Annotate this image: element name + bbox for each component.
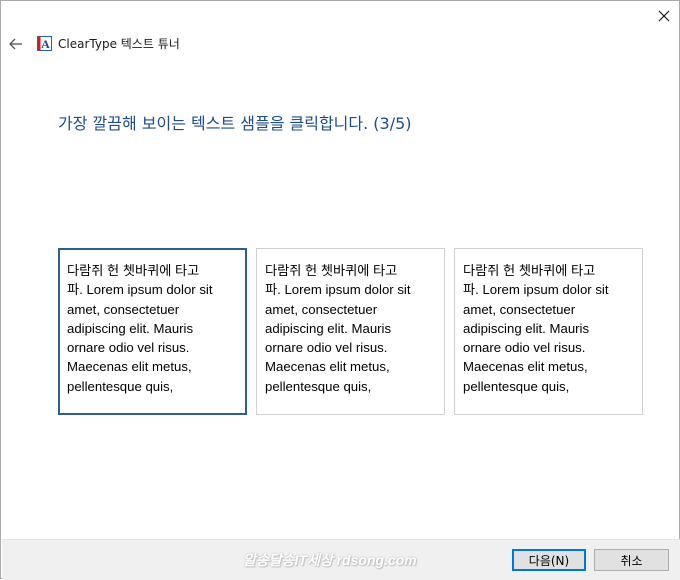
close-icon [658,10,670,22]
svg-text:A: A [41,37,50,51]
app-title: ClearType 텍스트 튜너 [58,37,180,51]
text-sample-3[interactable]: 다람쥐 헌 쳇바퀴에 타고 파. Lorem ipsum dolor sit a… [454,248,643,415]
text-sample-1[interactable]: 다람쥐 헌 쳇바퀴에 타고 파. Lorem ipsum dolor sit a… [58,248,247,415]
cleartype-app-icon: A [37,36,52,51]
next-button[interactable]: 다음(N) [512,549,586,571]
close-button[interactable] [647,1,680,31]
back-arrow-icon [9,38,22,50]
sample-text: 다람쥐 헌 쳇바퀴에 타고 파. Lorem ipsum dolor sit a… [463,263,609,394]
sample-text: 다람쥐 헌 쳇바퀴에 타고 파. Lorem ipsum dolor sit a… [265,263,411,394]
text-sample-2[interactable]: 다람쥐 헌 쳇바퀴에 타고 파. Lorem ipsum dolor sit a… [256,248,445,415]
cleartype-tuner-window: A ClearType 텍스트 튜너 가장 깔끔해 보이는 텍스트 샘플을 클릭… [0,0,680,580]
sample-text: 다람쥐 헌 쳇바퀴에 타고 파. Lorem ipsum dolor sit a… [67,263,213,394]
footer-bar: 알송달송IT세상 rdsong.com 다음(N) 취소 [2,539,680,580]
cancel-button[interactable]: 취소 [594,549,669,571]
page-heading: 가장 깔끔해 보이는 텍스트 샘플을 클릭합니다. (3/5) [58,114,412,133]
back-button[interactable] [3,31,29,57]
watermark: 알송달송IT세상 rdsong.com [243,552,417,568]
